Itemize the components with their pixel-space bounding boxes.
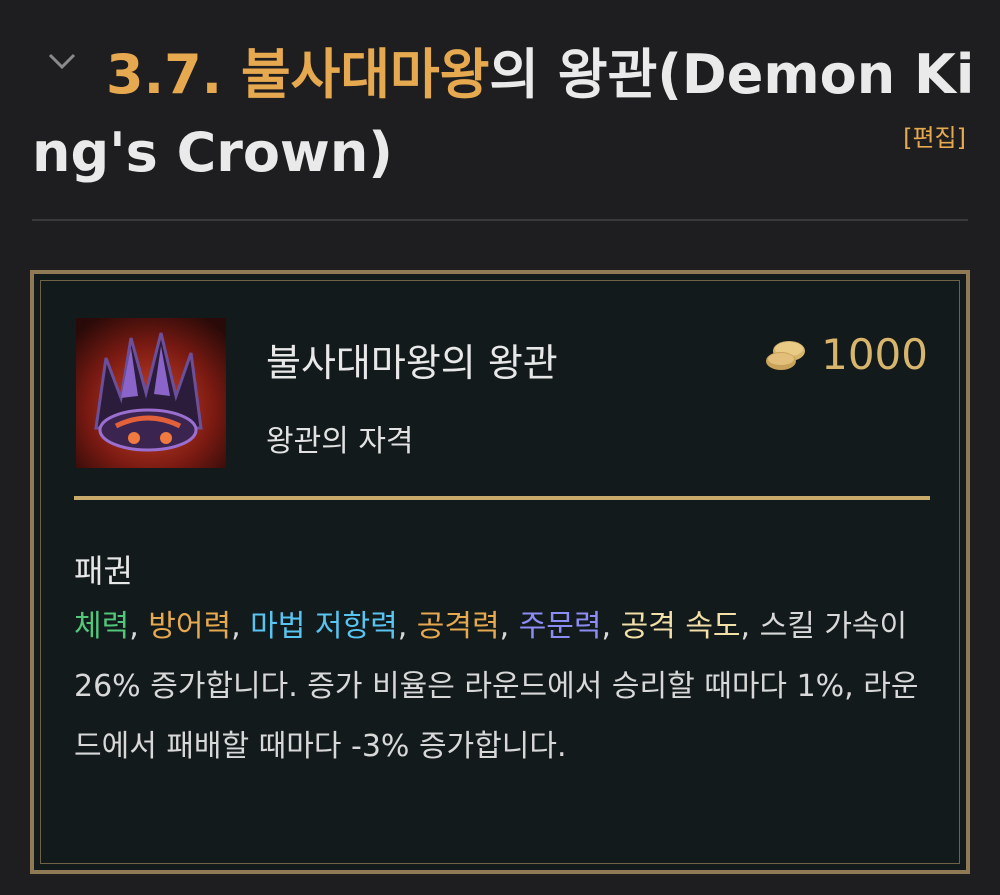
edit-link[interactable]: [편집] <box>903 118 966 153</box>
passive-description: 체력, 방어력, 마법 저항력, 공격력, 주문력, 공격 속도, 스킬 가속이… <box>74 597 934 777</box>
demon-king-crown-icon <box>76 318 226 468</box>
card-divider <box>74 496 930 500</box>
stat-armor: 방어력 <box>148 609 232 644</box>
separator: , <box>397 609 417 644</box>
section-title: 3.7. 불사대마왕의 왕관(Demon Ki ng's Crown) <box>32 36 976 192</box>
chevron-down-icon[interactable] <box>46 50 78 72</box>
stat-ability-power: 주문력 <box>518 609 602 644</box>
title-line2: ng's Crown) <box>32 121 393 184</box>
separator: , <box>601 609 621 644</box>
stat-hp: 체력 <box>74 609 130 644</box>
price-value: 1000 <box>821 330 928 379</box>
separator: , <box>129 609 149 644</box>
passive-title: 패권 <box>74 552 133 590</box>
section-number: 3.7. <box>106 43 223 106</box>
stat-magic-resist: 마법 저항력 <box>250 609 398 644</box>
item-subtitle: 왕관의 자격 <box>266 424 414 459</box>
section-heading: 3.7. 불사대마왕의 왕관(Demon Ki ng's Crown) [편집] <box>32 20 974 220</box>
title-highlight: 불사대마왕 <box>241 43 490 106</box>
stat-attack-speed: 공격 속도 <box>620 609 741 644</box>
separator: , <box>499 609 519 644</box>
separator: , <box>231 609 251 644</box>
stat-attack-damage: 공격력 <box>416 609 500 644</box>
gold-coin-icon <box>766 340 806 370</box>
title-rest: 의 왕관(Demon Ki <box>489 43 975 106</box>
heading-divider <box>32 219 968 221</box>
item-name: 불사대마왕의 왕관 <box>266 341 558 385</box>
item-card: 불사대마왕의 왕관 왕관의 자격 1000 패권 체력, 방어력, 마법 저항력… <box>30 270 970 874</box>
item-price: 1000 <box>765 330 928 379</box>
